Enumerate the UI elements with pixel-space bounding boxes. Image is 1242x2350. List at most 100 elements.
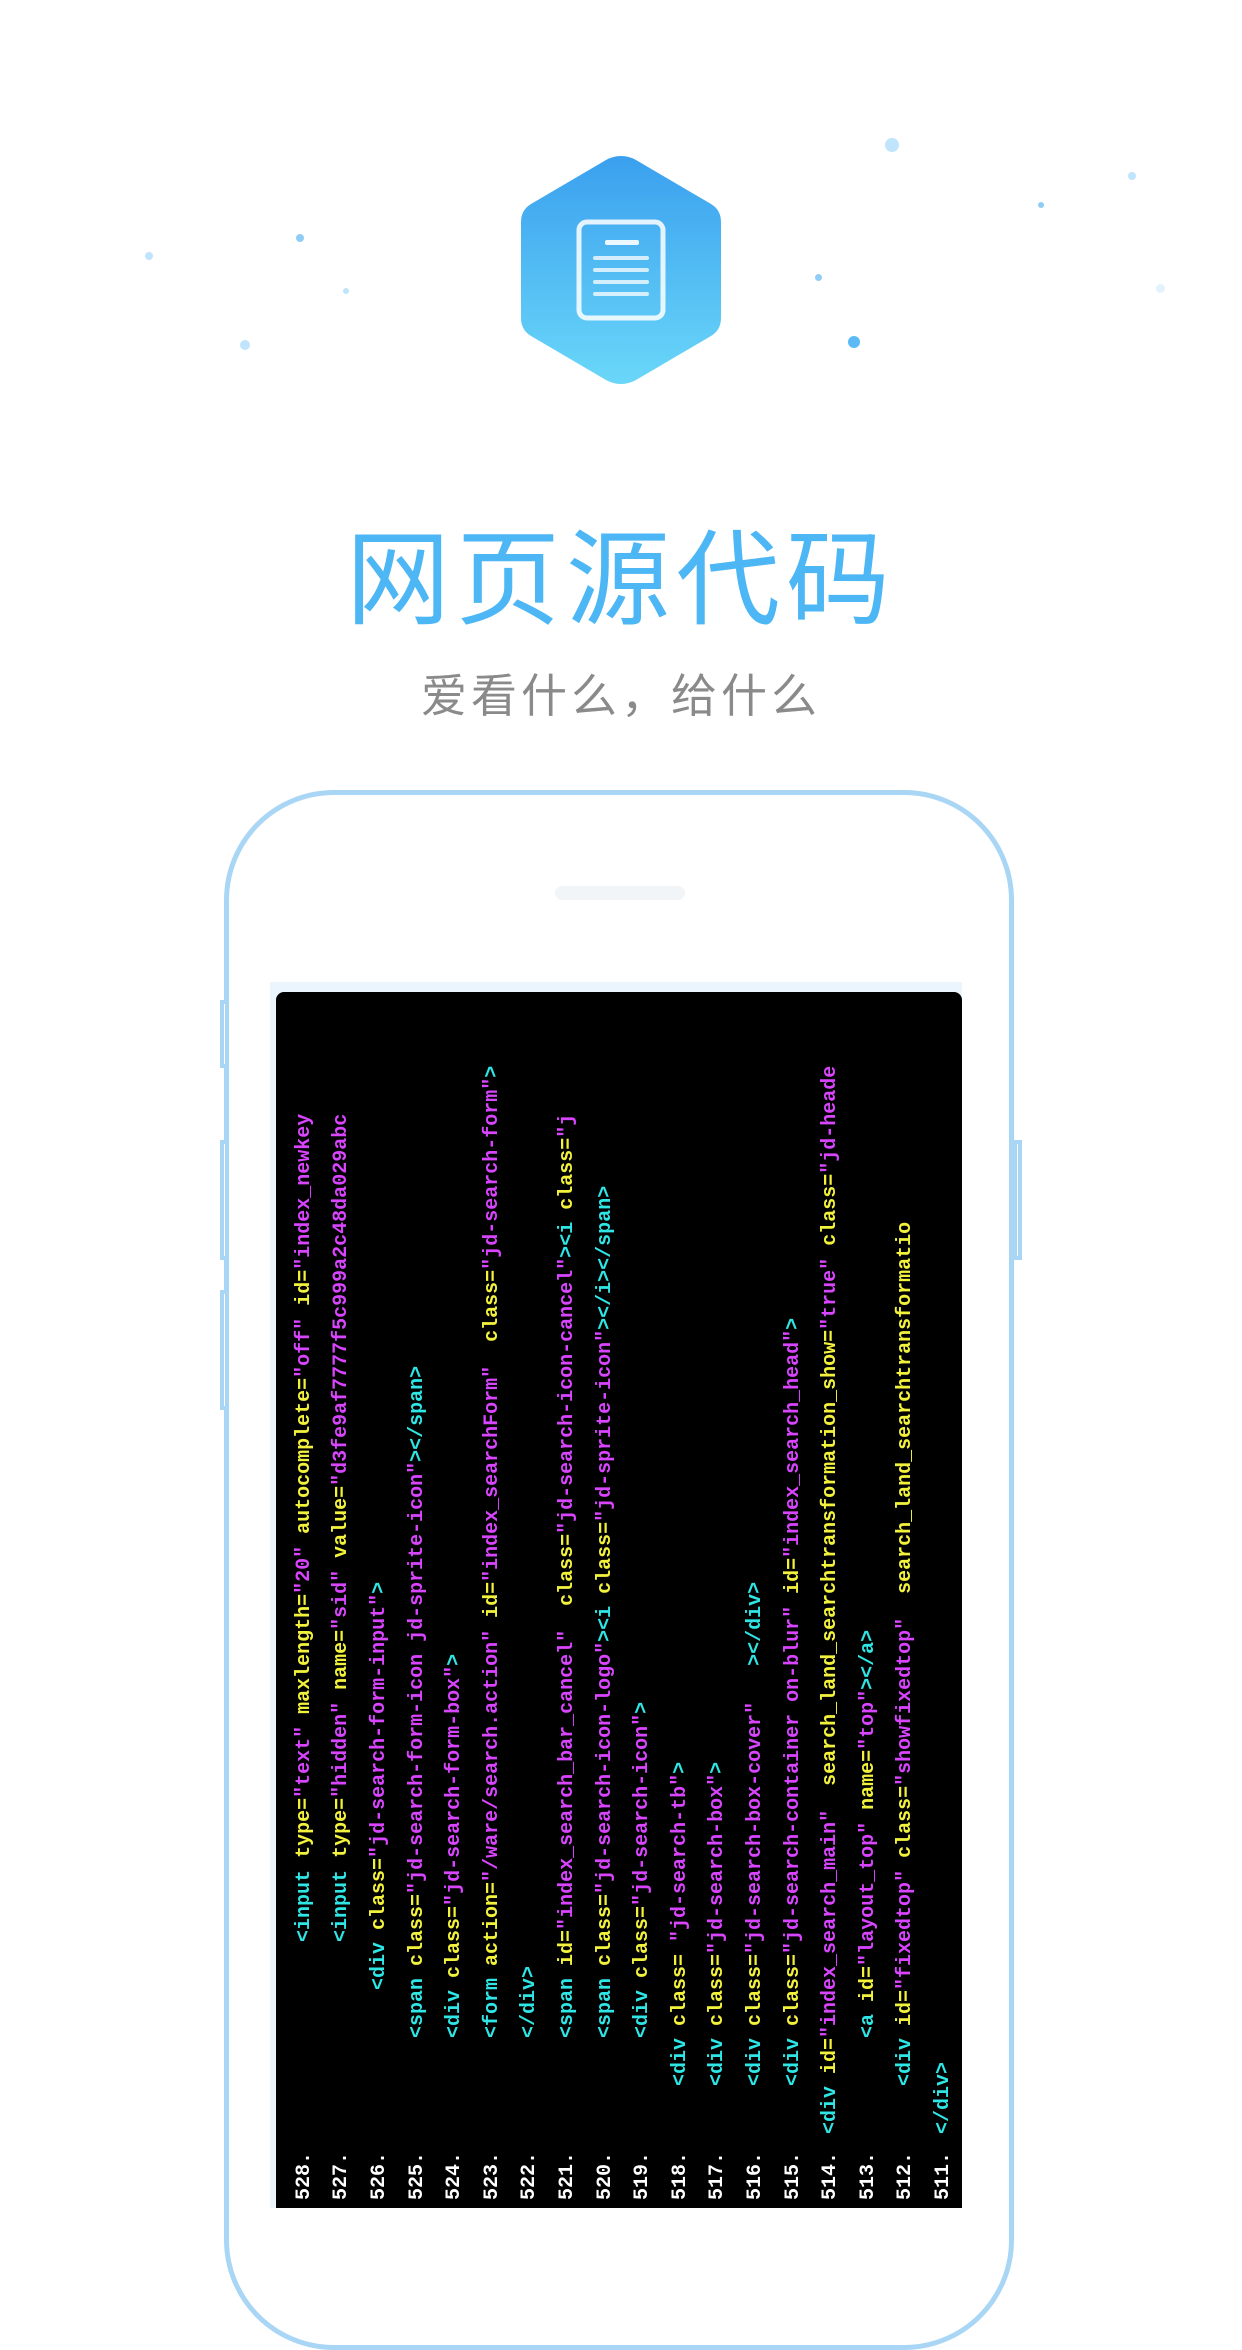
code-text: <div class="jd-search-box"> <box>706 1762 729 2146</box>
code-text: <div class="jd-search-form-input"> <box>368 1582 391 2146</box>
code-token-tag: <input <box>292 1869 316 1942</box>
page-subtitle: 爱看什么，给什么 <box>421 669 821 723</box>
line-number: 528. <box>292 2151 316 2200</box>
code-token-tag: </div> <box>518 1965 542 2038</box>
code-token-val: "index_search_bar_cancel" <box>556 1629 579 1930</box>
code-line: 511. </div> <box>926 992 962 2208</box>
code-token-tag: ><i <box>556 1221 579 1258</box>
code-token-val: "text" <box>292 1725 316 1798</box>
code-token-tag: <div <box>744 2037 767 2086</box>
code-token-attr: action= <box>480 1881 504 1978</box>
code-token-tag: > <box>781 1317 805 1330</box>
code-token-tag: ></a> <box>856 1629 880 1690</box>
code-token-tag: > <box>368 1581 391 1594</box>
code-token-attr: autocomplete= <box>292 1377 316 1546</box>
code-text: <form action="/ware/search.action" id="i… <box>481 1066 504 2146</box>
code-line: 515. <div class="jd-search-container on-… <box>776 992 812 2208</box>
code-token-attr: class= <box>480 1269 504 1366</box>
code-token-val: "jd-sprite-icon" <box>593 1329 617 1522</box>
code-token-tag: > <box>443 1653 467 1666</box>
code-token-val: "true" <box>819 1257 843 1330</box>
decorative-dot <box>1128 172 1136 180</box>
code-lines: 511. </div> 512. <div id="fixedtop" class… <box>276 992 962 2208</box>
code-line: 512. <div id="fixedtop" class="showfixed… <box>888 992 924 2208</box>
code-line: 519. <div class="jd-search-icon"> <box>625 992 661 2208</box>
code-line: 523. <form action="/ware/search.action" … <box>475 992 511 2208</box>
phone-speaker <box>555 886 685 900</box>
code-line: 526. <div class="jd-search-form-input"> <box>362 992 398 2208</box>
code-token-val: "jd-search-container on-blur" <box>781 1605 805 1954</box>
code-token-val: "jd-search-icon-cancel" <box>556 1257 579 1534</box>
code-token-tag: </div> <box>932 2061 955 2134</box>
code-token-plain: search_land_searchtransformatio <box>894 1221 918 1618</box>
code-line: 521. <span id="index_search_bar_cancel" … <box>550 992 586 2208</box>
code-text: </div> <box>932 2062 955 2146</box>
code-text: <a id="layout_top" name="top"></a> <box>857 1630 880 2146</box>
code-line: 525. <span class="jd-search-form-icon jd… <box>400 992 436 2208</box>
code-text: <span id="index_search_bar_cancel" class… <box>556 1114 579 2146</box>
code-token-val: "hidden" <box>330 1701 354 1798</box>
source-code-view[interactable]: 511. </div> 512. <div id="fixedtop" class… <box>276 992 962 2208</box>
code-token-val: "jd-search-icon-logo" <box>593 1641 617 1894</box>
phone-mute-switch <box>220 1000 229 1068</box>
code-token-tag: > <box>668 1761 692 1774</box>
code-token-tag: ></span> <box>405 1365 429 1462</box>
code-token-attr: class= <box>556 1137 579 1222</box>
code-token-val: "index_newkey <box>292 1113 316 1270</box>
app-icon <box>515 150 727 390</box>
code-token-val: "jd-search-form" <box>480 1077 504 1270</box>
code-token-attr: id= <box>781 1557 805 1606</box>
code-text: <span class="jd-search-icon-logo"><i cla… <box>594 1186 617 2146</box>
code-token-tag: <input <box>330 1869 354 1942</box>
code-text: <div class="jd-search-form-box"> <box>443 1654 466 2146</box>
code-token-attr: class= <box>819 1173 843 1258</box>
line-number: 527. <box>330 2151 354 2200</box>
code-text: </div> <box>518 1966 541 2146</box>
code-token-val: "jd-search-form-icon jd-sprite-icon" <box>405 1461 429 1894</box>
decorative-dot <box>240 340 250 350</box>
code-token-tag: <form <box>480 1977 504 2038</box>
line-number: 526. <box>368 2151 391 2200</box>
phone-volume-down-button <box>220 1290 229 1410</box>
code-token-tag: <div <box>668 2037 692 2086</box>
code-token-plain: search_land_searchtransformation_show= <box>819 1329 843 1810</box>
code-token-attr: type= <box>330 1797 354 1870</box>
line-number: 516. <box>744 2151 767 2200</box>
page-title: 网页源代码 <box>345 519 896 641</box>
line-number: 520. <box>593 2151 617 2200</box>
code-token-attr: class= <box>706 1953 730 2038</box>
code-token-val: "jd-search-box" <box>706 1773 730 1954</box>
code-token-attr: class= <box>556 1533 579 1630</box>
code-token-val: "j <box>556 1113 579 1138</box>
code-token-attr: class= <box>894 1785 918 1870</box>
code-line: 517. <div class="jd-search-box"> <box>700 992 736 2208</box>
line-number: 522. <box>518 2151 542 2200</box>
code-token-tag: <div <box>781 2037 805 2086</box>
document-icon <box>521 156 721 384</box>
code-token-val: "jd-search-form-box" <box>443 1665 467 1906</box>
line-number: 514. <box>819 2151 843 2200</box>
code-token-val: "jd-heade <box>819 1065 843 1174</box>
code-token-attr: class= <box>631 1905 655 1990</box>
code-text: <span class="jd-search-form-icon jd-spri… <box>406 1366 429 2146</box>
code-text: <input type="text" maxlength="20" autoco… <box>293 1114 316 2146</box>
code-token-tag: <div <box>368 1941 391 1990</box>
code-token-tag: ><i <box>593 1605 617 1642</box>
code-token-tag: ></div> <box>744 1581 767 1702</box>
line-number: 524. <box>443 2151 467 2200</box>
code-token-tag: <div <box>894 2037 918 2086</box>
code-token-attr: maxlength= <box>292 1593 316 1726</box>
code-token-attr: class= <box>781 1953 805 2038</box>
code-token-val: "d3fe9af7777f5c999a2c48da029abc <box>330 1113 354 1486</box>
code-text: <div class= "jd-search-tb"> <box>669 1762 692 2146</box>
code-token-tag: > <box>706 1761 730 1774</box>
code-token-val: "top" <box>856 1689 880 1750</box>
decorative-dot <box>296 234 304 242</box>
line-number: 515. <box>781 2151 805 2200</box>
code-token-attr: id= <box>292 1269 316 1318</box>
code-token-attr: value= <box>330 1485 354 1570</box>
code-token-val: "20" <box>292 1545 316 1594</box>
code-token-val: "layout_top" <box>856 1821 880 1966</box>
code-token-attr: class= <box>405 1893 429 1978</box>
code-token-val: "jd-search-tb" <box>668 1773 692 1942</box>
